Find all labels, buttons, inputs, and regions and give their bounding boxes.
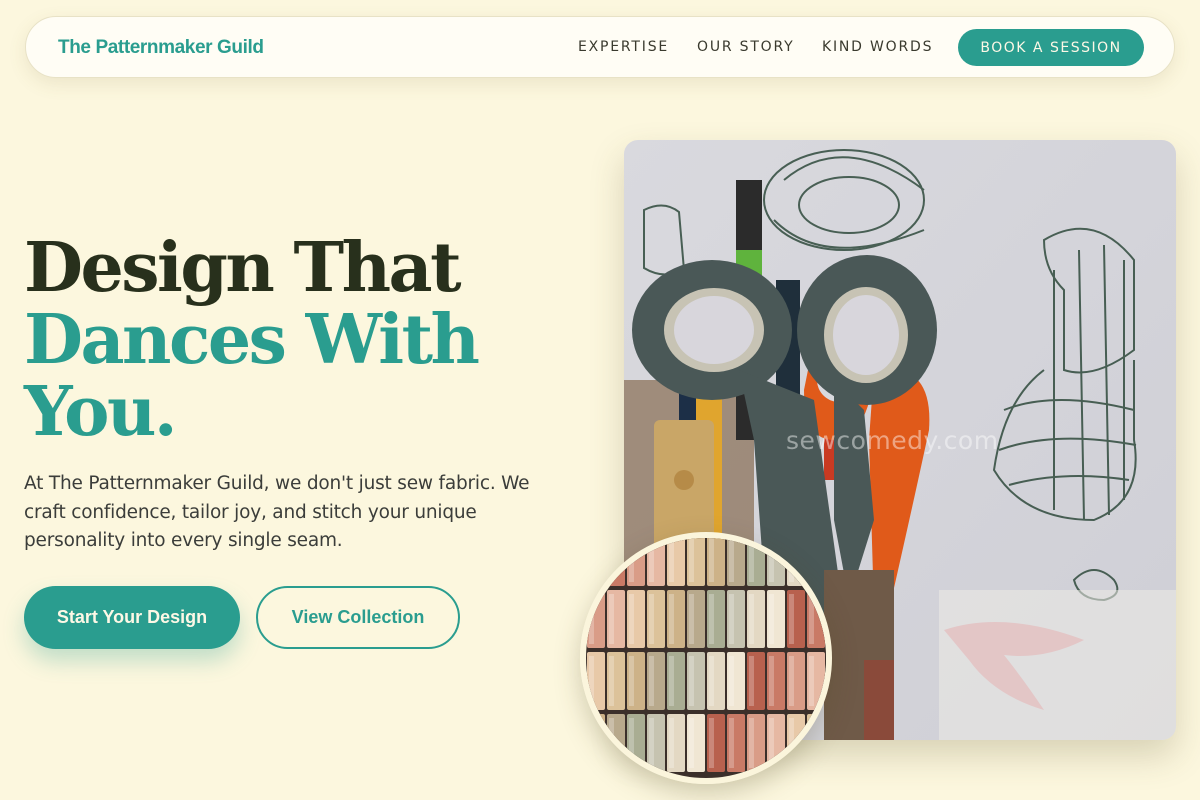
swatch-highlight — [709, 656, 714, 706]
swatch-highlight — [789, 594, 794, 644]
swatch-highlight — [669, 594, 674, 644]
fabric-swatches-photo — [580, 532, 832, 784]
swatch-highlight — [789, 718, 794, 768]
swatch-highlight — [689, 656, 694, 706]
image-watermark: sewcomedy.com — [786, 426, 999, 455]
swatch-highlight — [609, 538, 614, 582]
swatch-highlight — [589, 594, 594, 644]
swatch-illustration — [586, 538, 826, 778]
swatch-highlight — [669, 718, 674, 768]
swatch-highlight — [609, 656, 614, 706]
swatch-highlight — [589, 656, 594, 706]
swatch-highlight — [729, 594, 734, 644]
swatch-highlight — [709, 718, 714, 768]
nav-link-kind-words[interactable]: KIND WORDS — [822, 39, 933, 55]
start-design-button[interactable]: Start Your Design — [24, 586, 240, 649]
swatch-highlight — [689, 538, 694, 582]
book-session-button[interactable]: BOOK A SESSION — [958, 29, 1144, 66]
swatch-highlight — [589, 718, 594, 768]
swatch-highlight — [809, 594, 814, 644]
view-collection-button[interactable]: View Collection — [256, 586, 460, 649]
swatch-highlight — [749, 538, 754, 582]
swatch-strip — [587, 538, 605, 586]
swatch-highlight — [729, 538, 734, 582]
headline-line-3: You. — [24, 372, 178, 452]
headline-line-2: Dances With — [24, 300, 480, 380]
swatch-highlight — [649, 594, 654, 644]
nav-link-expertise[interactable]: EXPERTISE — [578, 39, 669, 55]
swatch-highlight — [589, 538, 594, 582]
swatch-highlight — [749, 656, 754, 706]
swatch-highlight — [649, 656, 654, 706]
swatch-highlight — [809, 656, 814, 706]
hero-description: At The Patternmaker Guild, we don't just… — [24, 473, 530, 551]
swatch-highlight — [609, 718, 614, 768]
swatch-highlight — [629, 718, 634, 768]
swatch-highlight — [769, 594, 774, 644]
swatch-highlight — [709, 594, 714, 644]
swatch-highlight — [789, 656, 794, 706]
swatch-highlight — [649, 718, 654, 768]
swatch-highlight — [749, 594, 754, 644]
swatch-highlight — [609, 594, 614, 644]
swatch-strip — [587, 714, 605, 772]
swatch-highlight — [649, 538, 654, 582]
hero-headline: Design That Dances With You. — [24, 232, 584, 448]
swatch-highlight — [629, 594, 634, 644]
swatch-highlight — [729, 656, 734, 706]
swatch-highlight — [709, 538, 714, 582]
swatch-highlight — [669, 656, 674, 706]
swatch-strip — [607, 538, 625, 586]
top-navbar: The Patternmaker Guild EXPERTISE OUR STO… — [25, 16, 1175, 78]
swatch-highlight — [689, 594, 694, 644]
swatch-highlight — [669, 538, 674, 582]
headline-line-1: Design That — [24, 228, 462, 308]
swatch-highlight — [769, 656, 774, 706]
brand-logo[interactable]: The Patternmaker Guild — [58, 37, 264, 59]
nav-link-our-story[interactable]: OUR STORY — [697, 39, 795, 55]
swatch-highlight — [749, 718, 754, 768]
swatch-highlight — [689, 718, 694, 768]
swatch-highlight — [769, 718, 774, 768]
swatch-highlight — [729, 718, 734, 768]
swatch-highlight — [629, 656, 634, 706]
